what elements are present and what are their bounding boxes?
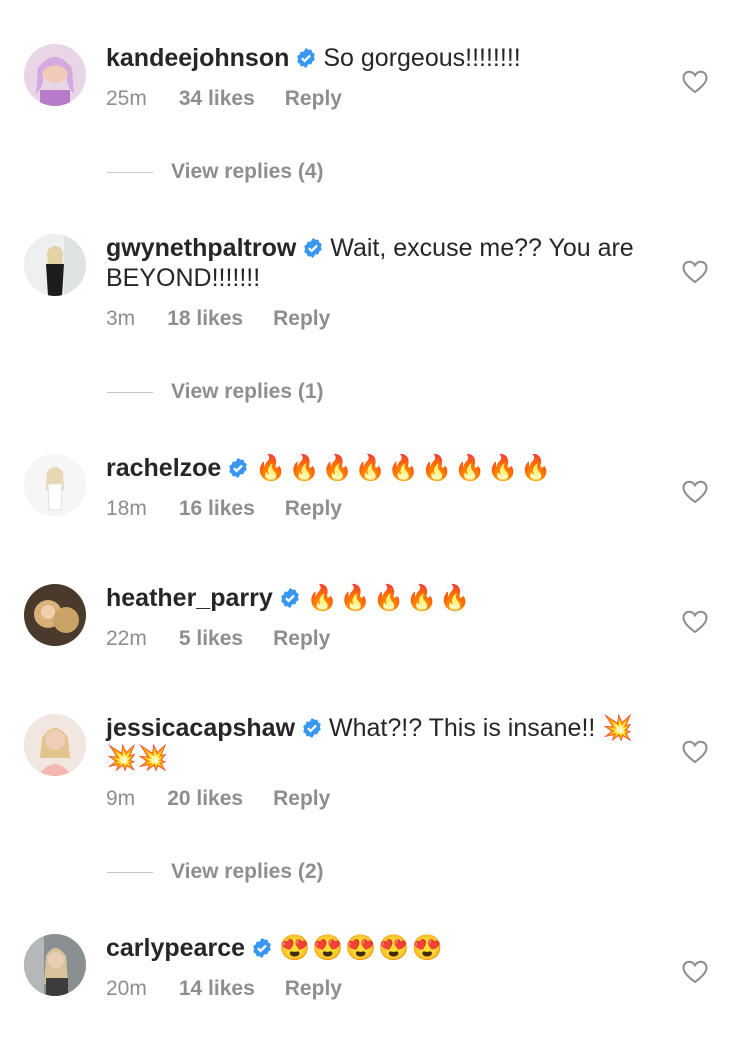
- comment-meta: 18m 16 likes Reply: [106, 497, 646, 521]
- like-heart-icon[interactable]: [682, 70, 708, 94]
- view-replies-label[interactable]: View replies (4): [171, 160, 324, 183]
- avatar[interactable]: [24, 454, 86, 516]
- username[interactable]: kandeejohnson: [106, 44, 289, 72]
- timestamp: 20m: [106, 977, 147, 1000]
- replies-divider: [107, 871, 153, 873]
- username[interactable]: heather_parry: [106, 584, 273, 612]
- view-replies-label[interactable]: View replies (2): [171, 860, 324, 883]
- like-heart-icon[interactable]: [682, 960, 708, 984]
- reply-button[interactable]: Reply: [285, 977, 342, 1000]
- timestamp: 9m: [106, 787, 136, 810]
- view-replies-button[interactable]: View replies (2): [107, 860, 324, 890]
- like-heart-icon[interactable]: [682, 480, 708, 504]
- verified-badge-icon: [253, 937, 271, 959]
- verified-badge-icon: [297, 47, 316, 69]
- reply-button[interactable]: Reply: [285, 87, 342, 110]
- timestamp: 25m: [106, 87, 147, 110]
- likes-count[interactable]: 20 likes: [167, 787, 243, 810]
- view-replies-button[interactable]: View replies (1): [107, 380, 324, 410]
- like-heart-icon[interactable]: [682, 610, 708, 634]
- likes-count[interactable]: 16 likes: [179, 497, 255, 520]
- verified-badge-icon: [303, 717, 321, 739]
- verified-badge-icon: [280, 587, 299, 609]
- reply-button[interactable]: Reply: [273, 627, 330, 650]
- verified-badge-icon: [229, 457, 248, 479]
- reply-button[interactable]: Reply: [273, 787, 330, 810]
- avatar[interactable]: [24, 44, 86, 106]
- username[interactable]: rachelzoe: [106, 454, 221, 482]
- comment-message: 🔥🔥🔥🔥🔥🔥🔥🔥🔥: [255, 454, 554, 482]
- username[interactable]: jessicacapshaw: [106, 714, 295, 742]
- replies-divider: [107, 171, 153, 173]
- likes-count[interactable]: 14 likes: [179, 977, 255, 1000]
- verified-badge-icon: [304, 237, 323, 259]
- avatar[interactable]: [24, 934, 86, 996]
- avatar[interactable]: [24, 584, 86, 646]
- comment-message: 😍😍😍😍😍: [279, 934, 445, 962]
- comment-meta: 25m 34 likes Reply: [106, 87, 646, 111]
- like-heart-icon[interactable]: [682, 740, 708, 764]
- comment-meta: 3m 18 likes Reply: [106, 307, 646, 331]
- comment-meta: 22m 5 likes Reply: [106, 627, 646, 651]
- reply-button[interactable]: Reply: [273, 307, 330, 330]
- comment-meta: 9m 20 likes Reply: [106, 787, 646, 811]
- avatar[interactable]: [24, 714, 86, 776]
- comment-text: gwynethpaltrow Wait, excuse me?? You are …: [106, 233, 646, 293]
- comment-text: carlypearce 😍😍😍😍😍: [106, 933, 646, 963]
- like-heart-icon[interactable]: [682, 260, 708, 284]
- comment-text: heather_parry 🔥🔥🔥🔥🔥: [106, 583, 646, 613]
- view-replies-label[interactable]: View replies (1): [171, 380, 324, 403]
- replies-divider: [107, 391, 153, 393]
- comment-message: 🔥🔥🔥🔥🔥: [306, 584, 473, 612]
- likes-count[interactable]: 5 likes: [179, 627, 243, 650]
- comment-text: jessicacapshaw What?!? This is insane!! 💥…: [106, 713, 646, 773]
- comment-message: So gorgeous!!!!!!!!: [323, 44, 521, 72]
- view-replies-button[interactable]: View replies (4): [107, 160, 324, 190]
- avatar[interactable]: [24, 234, 86, 296]
- likes-count[interactable]: 34 likes: [179, 87, 255, 110]
- timestamp: 22m: [106, 627, 147, 650]
- comment-text: rachelzoe 🔥🔥🔥🔥🔥🔥🔥🔥🔥: [106, 453, 646, 483]
- timestamp: 3m: [106, 307, 136, 330]
- comment-text: kandeejohnson So gorgeous!!!!!!!!: [106, 43, 646, 73]
- username[interactable]: gwynethpaltrow: [106, 234, 296, 262]
- likes-count[interactable]: 18 likes: [167, 307, 243, 330]
- comment-meta: 20m 14 likes Reply: [106, 977, 646, 1001]
- reply-button[interactable]: Reply: [285, 497, 342, 520]
- username[interactable]: carlypearce: [106, 934, 245, 962]
- timestamp: 18m: [106, 497, 147, 520]
